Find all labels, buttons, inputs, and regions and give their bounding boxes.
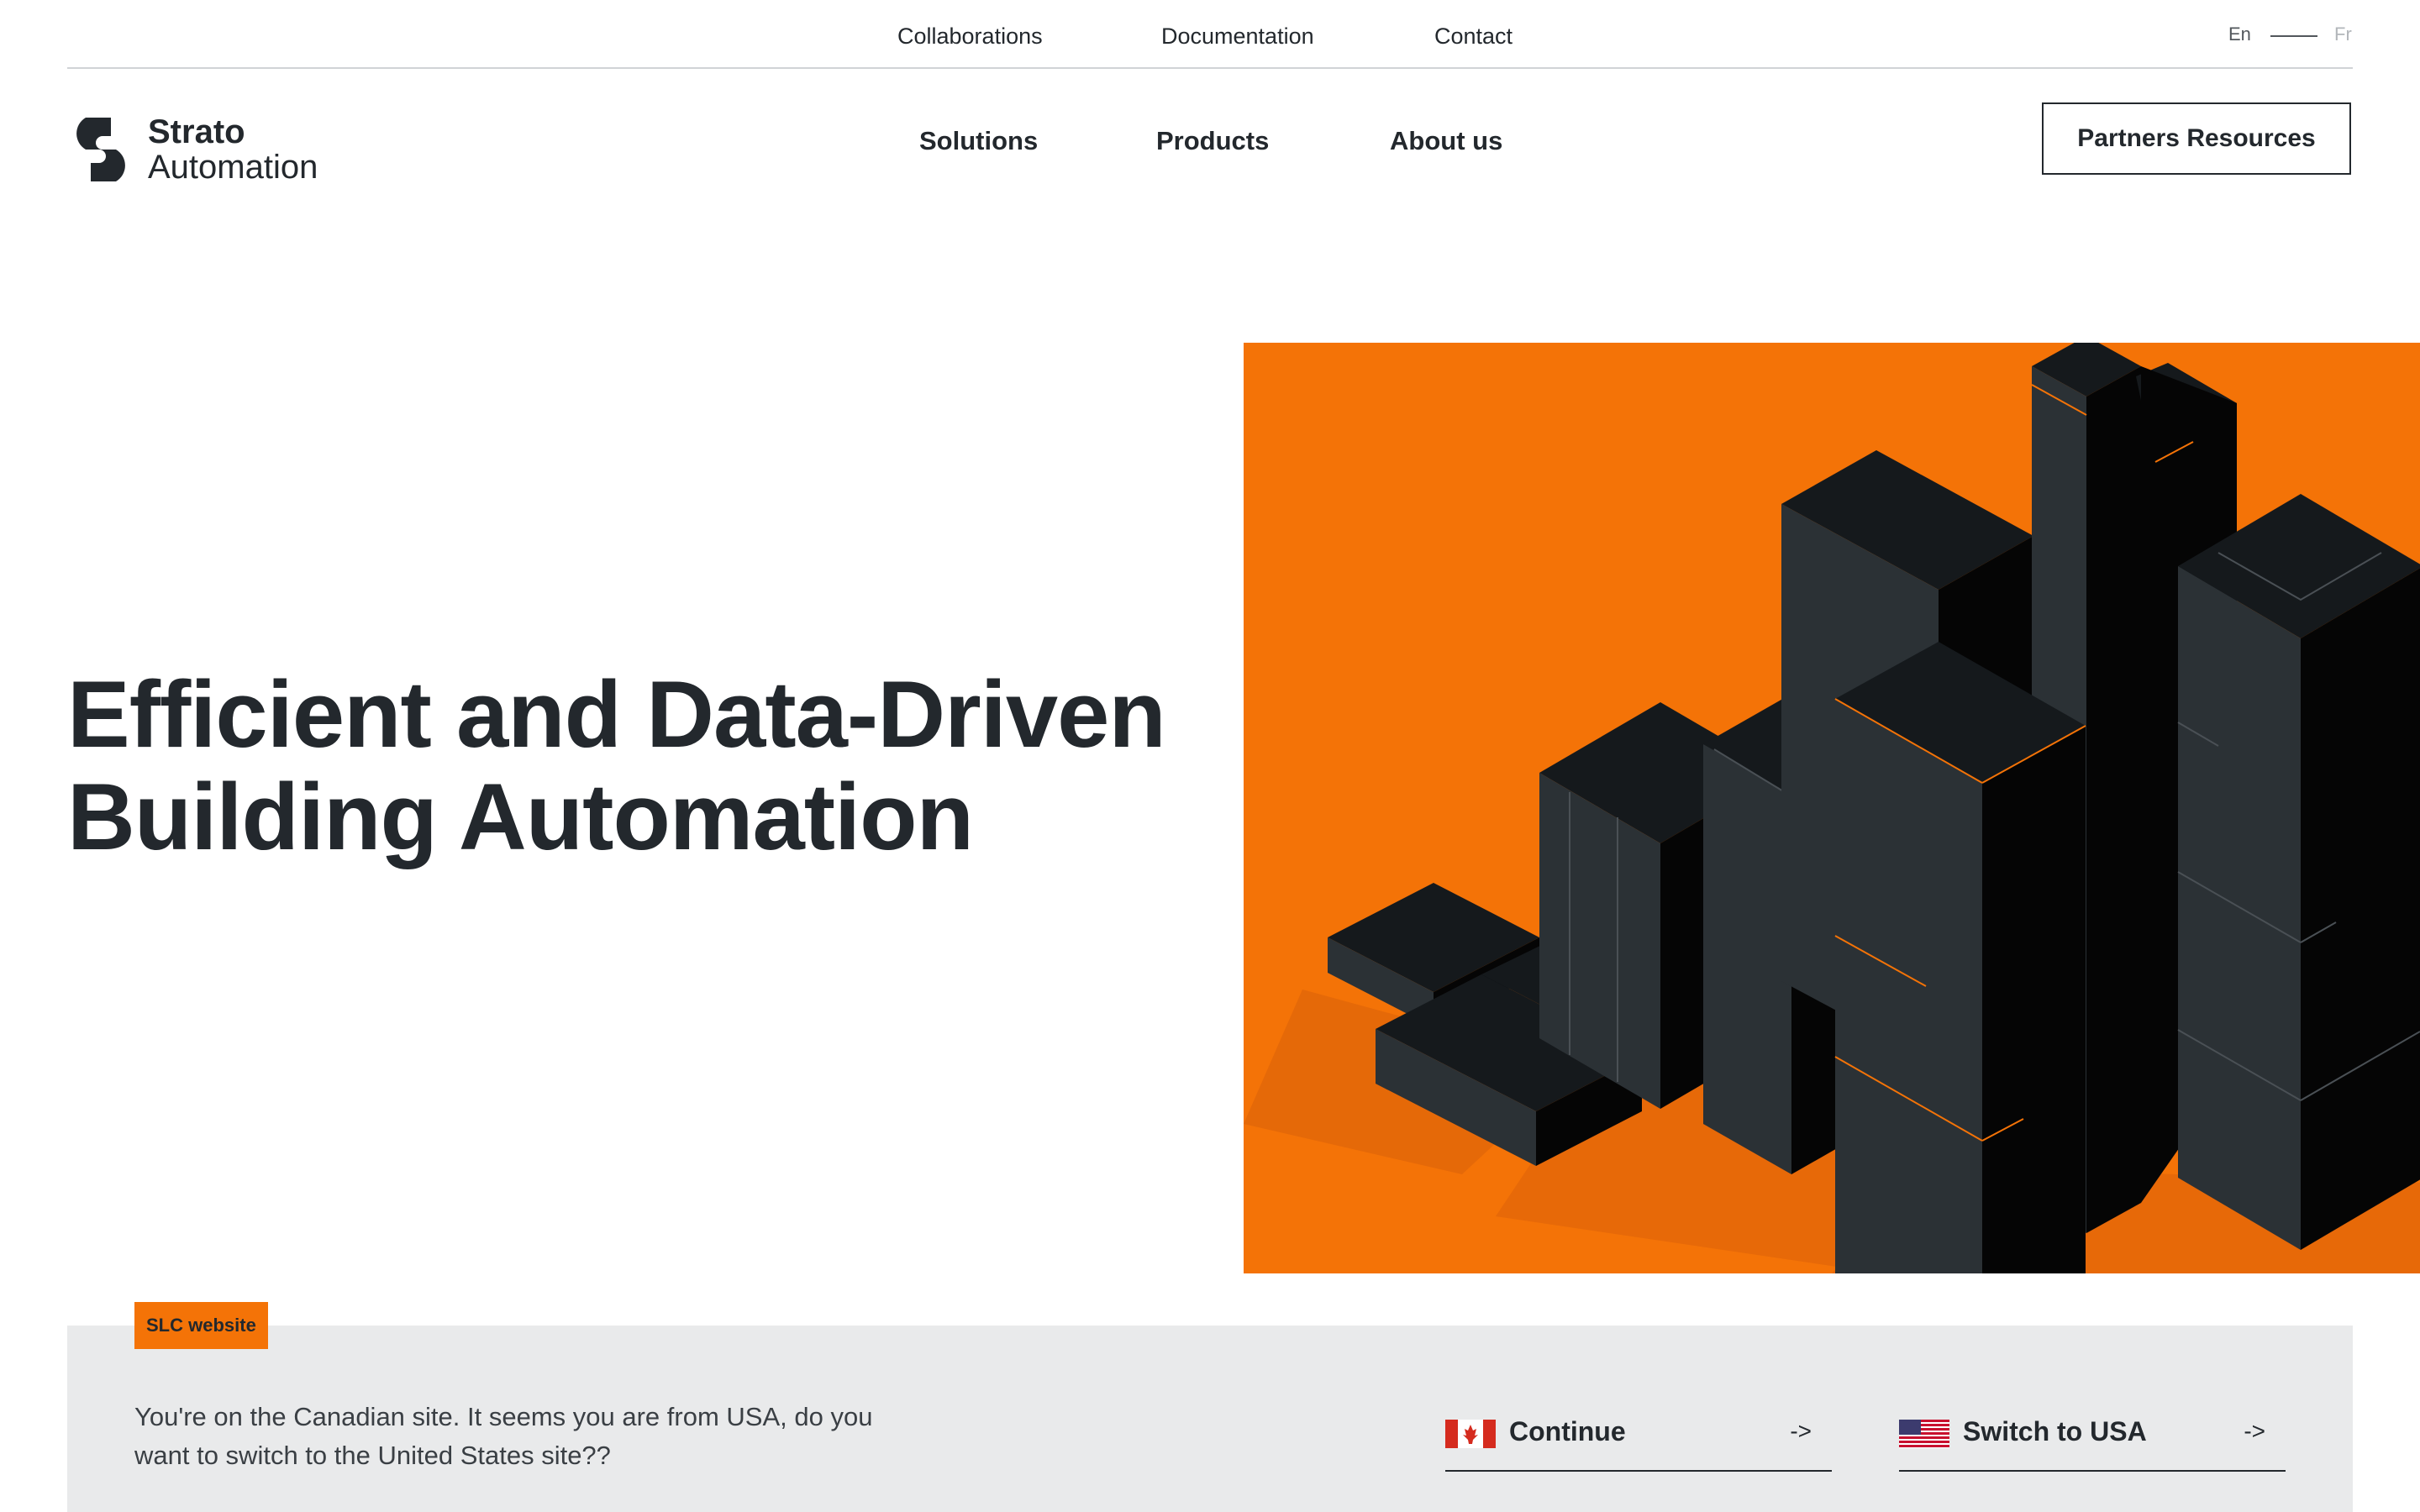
nav-solutions[interactable]: Solutions bbox=[919, 126, 1038, 156]
usa-flag-icon bbox=[1899, 1420, 1949, 1448]
geo-banner-message: You're on the Canadian site. It seems yo… bbox=[134, 1402, 873, 1470]
continue-canada-button[interactable]: Continue -> bbox=[1445, 1394, 1832, 1472]
brand-subtitle: Automation bbox=[148, 149, 318, 186]
switch-to-usa-button[interactable]: Switch to USA -> bbox=[1899, 1394, 2286, 1472]
language-en[interactable]: En bbox=[2228, 24, 2251, 45]
language-divider bbox=[2270, 35, 2317, 37]
nav-about-us[interactable]: About us bbox=[1390, 126, 1502, 156]
switch-label: Switch to USA bbox=[1963, 1416, 2147, 1446]
partners-resources-button[interactable]: Partners Resources bbox=[2042, 102, 2351, 175]
logo-icon[interactable] bbox=[67, 118, 134, 181]
nav-products[interactable]: Products bbox=[1156, 126, 1269, 156]
util-link-contact[interactable]: Contact bbox=[1434, 24, 1512, 50]
hero-buildings-illustration bbox=[1244, 343, 2420, 1273]
language-fr[interactable]: Fr bbox=[2334, 24, 2352, 45]
header-divider bbox=[67, 67, 2353, 69]
util-link-collaborations[interactable]: Collaborations bbox=[897, 24, 1043, 50]
util-link-documentation[interactable]: Documentation bbox=[1161, 24, 1314, 50]
arrow-right-icon: -> bbox=[1790, 1418, 1812, 1444]
brand-name[interactable]: Strato bbox=[148, 114, 245, 150]
continue-label: Continue bbox=[1509, 1416, 1626, 1446]
arrow-right-icon: -> bbox=[2244, 1418, 2265, 1444]
hero-title: Efficient and Data-Driven Building Autom… bbox=[67, 664, 1227, 869]
canada-flag-icon bbox=[1445, 1420, 1496, 1448]
hero-title-line-1: Efficient and Data-Driven bbox=[67, 662, 1166, 767]
site-tag-badge: SLC website bbox=[134, 1302, 268, 1349]
hero-title-line-2: Building Automation bbox=[67, 764, 974, 869]
